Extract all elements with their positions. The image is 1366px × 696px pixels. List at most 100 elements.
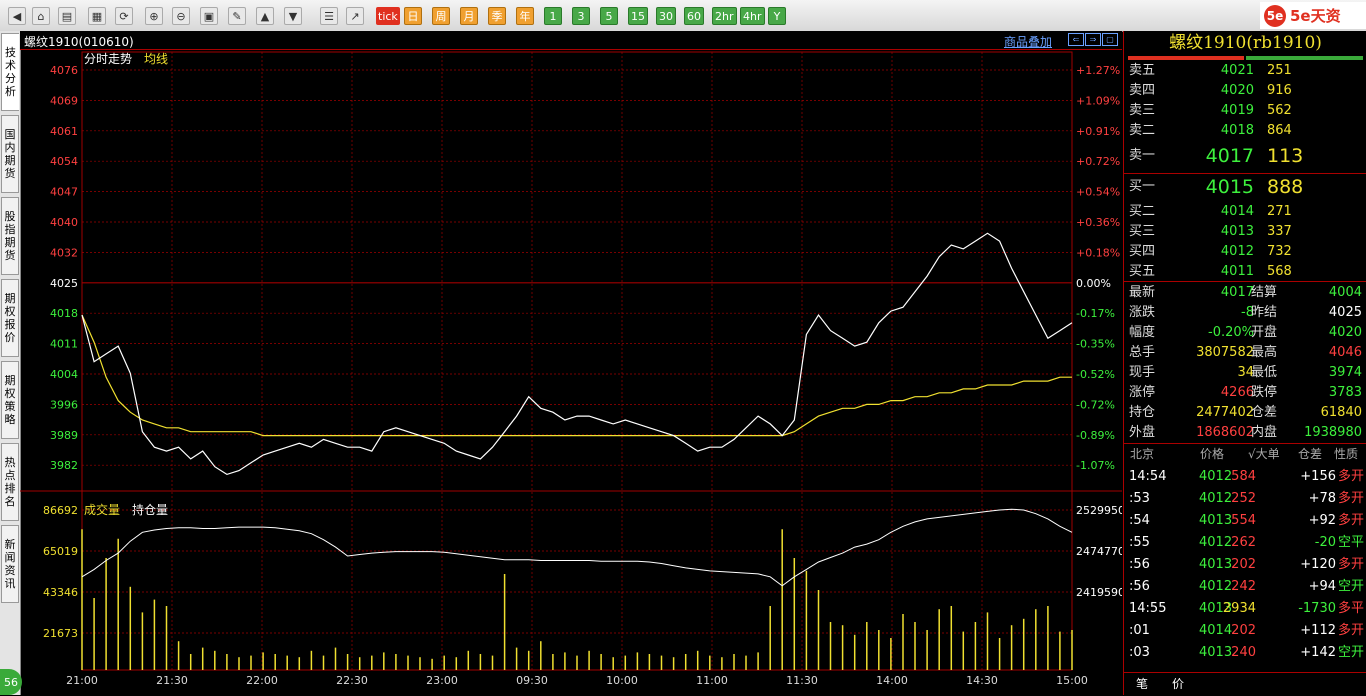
tick-row[interactable]: 14:55 4013 2934 -1730 多平	[1129, 599, 1364, 619]
ask-row[interactable]: 卖五 4021 251	[1129, 61, 1364, 81]
filter-icon[interactable]: ▼	[284, 7, 302, 25]
tick-row[interactable]: :55 4012 262 -20 空平	[1129, 533, 1364, 553]
zoom-out-icon[interactable]: ⊖	[172, 7, 190, 25]
ask-row[interactable]: 卖三 4019 562	[1129, 101, 1364, 121]
tick-time: :56	[1129, 557, 1150, 572]
tick-nature: 多开	[1337, 491, 1364, 506]
bid-label: 买三	[1129, 224, 1156, 239]
chart-icon[interactable]: ▤	[58, 7, 76, 25]
table-icon[interactable]: ☰	[320, 7, 338, 25]
bid-price: 4011	[1220, 264, 1254, 279]
bid-row[interactable]: 买五 4011 568	[1129, 262, 1364, 282]
tick-price: 4012	[1199, 469, 1233, 484]
stat-value: 61840	[1320, 405, 1362, 420]
time-axis-label: 21:30	[156, 674, 188, 687]
stat-label: 幅度	[1129, 325, 1156, 340]
minute-15-button[interactable]: 15	[628, 7, 648, 25]
tick-price: 4013	[1199, 513, 1233, 528]
tick-oi-change: +78	[1308, 491, 1336, 506]
tick-oi-change: +112	[1300, 623, 1336, 638]
zoom-in-icon[interactable]: ⊕	[145, 7, 163, 25]
tick-nature: 多开	[1337, 469, 1364, 484]
bid-row[interactable]: 买二 4014 271	[1129, 202, 1364, 222]
tick-volume: 202	[1231, 557, 1256, 572]
pct-axis-label: +1.27%	[1076, 64, 1120, 77]
minute-30-button[interactable]: 30	[656, 7, 676, 25]
tick-row[interactable]: :54 4013 554 +92 多开	[1129, 511, 1364, 531]
tick-time: :03	[1129, 645, 1150, 660]
maximize-icon[interactable]: ▢	[1102, 33, 1118, 46]
ask-row[interactable]: 卖一 4017 113	[1129, 143, 1364, 169]
tick-oi-change: -20	[1314, 535, 1336, 550]
bid-row[interactable]: 买四 4012 732	[1129, 242, 1364, 262]
quote-panel: 螺纹1910(rb1910) 卖五 4021 251 卖四 4020 916 卖…	[1123, 31, 1366, 695]
timeline-icon[interactable]: ↗	[346, 7, 364, 25]
hour-2-button[interactable]: 2hr	[712, 7, 737, 25]
period-quarter-button[interactable]: 季	[488, 7, 506, 25]
minute-1-button[interactable]: 1	[544, 7, 562, 25]
pct-axis-label: -0.52%	[1076, 368, 1115, 381]
time-axis-label: 22:00	[246, 674, 278, 687]
tick-oi-change: -1730	[1298, 601, 1336, 616]
period-year-button[interactable]: 年	[516, 7, 534, 25]
tab-trades[interactable]: 笔	[1136, 675, 1148, 692]
tick-row[interactable]: :56 4012 242 +94 空开	[1129, 577, 1364, 597]
minute-5-button[interactable]: 5	[600, 7, 618, 25]
period-day-button[interactable]: 日	[404, 7, 422, 25]
tab-price[interactable]: 价	[1172, 675, 1184, 692]
sidebar-tab-news[interactable]: 新闻资讯	[1, 525, 19, 603]
tick-row[interactable]: :03 4013 240 +142 空开	[1129, 643, 1364, 663]
refresh-icon[interactable]: ⟳	[115, 7, 133, 25]
ask-label: 卖一	[1129, 148, 1156, 163]
stat-row: 幅度 -0.20% 开盘 4020	[1129, 323, 1364, 343]
sidebar-tab-tech-analysis[interactable]: 技术分析	[1, 33, 19, 111]
tick-nature: 空开	[1337, 645, 1364, 660]
back-icon[interactable]: ◀	[8, 7, 26, 25]
oi-legend: 持仓量	[132, 502, 168, 517]
ask-row[interactable]: 卖四 4020 916	[1129, 81, 1364, 101]
bid-volume: 568	[1267, 264, 1292, 279]
sidebar-tab-options-quote[interactable]: 期权报价	[1, 279, 19, 357]
draw-tools-icon[interactable]: ▲	[256, 7, 274, 25]
ask-volume: 113	[1267, 145, 1304, 167]
quote-bottom-tabs: 笔 价	[1124, 672, 1366, 696]
period-month-button[interactable]: 月	[460, 7, 478, 25]
pct-axis-label: +0.18%	[1076, 246, 1120, 259]
news-icon[interactable]: ▦	[88, 7, 106, 25]
year-y-button[interactable]: Y	[768, 7, 786, 25]
tick-header-nature: 性质	[1334, 447, 1359, 461]
tick-volume: 554	[1231, 513, 1256, 528]
tick-row[interactable]: :01 4014 202 +112 多开	[1129, 621, 1364, 641]
pen-icon[interactable]: ✎	[228, 7, 246, 25]
bid-row[interactable]: 买三 4013 337	[1129, 222, 1364, 242]
intraday-chart[interactable]: 4076 +1.27% 4069 +1.09% 4061 +0.91% 4054 +0.72%…	[20, 50, 1122, 695]
hour-4-button[interactable]: 4hr	[740, 7, 765, 25]
minute-3-button[interactable]: 3	[572, 7, 590, 25]
next-icon[interactable]: ⇒	[1085, 33, 1101, 46]
home-icon[interactable]: ⌂	[32, 7, 50, 25]
prev-icon[interactable]: ⇐	[1068, 33, 1084, 46]
price-axis-label: 4025	[50, 277, 78, 290]
bid-row[interactable]: 买一 4015 888	[1129, 174, 1364, 200]
period-week-button[interactable]: 周	[432, 7, 450, 25]
pct-axis-label: -1.07%	[1076, 459, 1115, 472]
sidebar-tab-hot-ranking[interactable]: 热点排名	[1, 443, 19, 521]
tick-volume: 242	[1231, 579, 1256, 594]
ask-price: 4021	[1220, 63, 1254, 78]
sidebar-tab-options-strategy[interactable]: 期权策略	[1, 361, 19, 439]
tick-price: 4012	[1199, 491, 1233, 506]
stat-label: 最高	[1251, 345, 1278, 360]
tick-button[interactable]: tick	[376, 7, 400, 25]
sidebar-tab-index-futures[interactable]: 股指期货	[1, 197, 19, 275]
tick-row[interactable]: :56 4013 202 +120 多开	[1129, 555, 1364, 575]
price-axis-label: 4069	[50, 94, 78, 107]
tick-row[interactable]: :53 4012 252 +78 多开	[1129, 489, 1364, 509]
overlay-commodity-link[interactable]: 商品叠加	[1004, 33, 1052, 50]
bid-price: 4014	[1220, 204, 1254, 219]
window-icon[interactable]: ▣	[200, 7, 218, 25]
ask-row[interactable]: 卖二 4018 864	[1129, 121, 1364, 141]
tick-time: :01	[1129, 623, 1150, 638]
minute-60-button[interactable]: 60	[684, 7, 704, 25]
sidebar-tab-domestic-futures[interactable]: 国内期货	[1, 115, 19, 193]
tick-row[interactable]: 14:54 4012 584 +156 多开	[1129, 467, 1364, 487]
